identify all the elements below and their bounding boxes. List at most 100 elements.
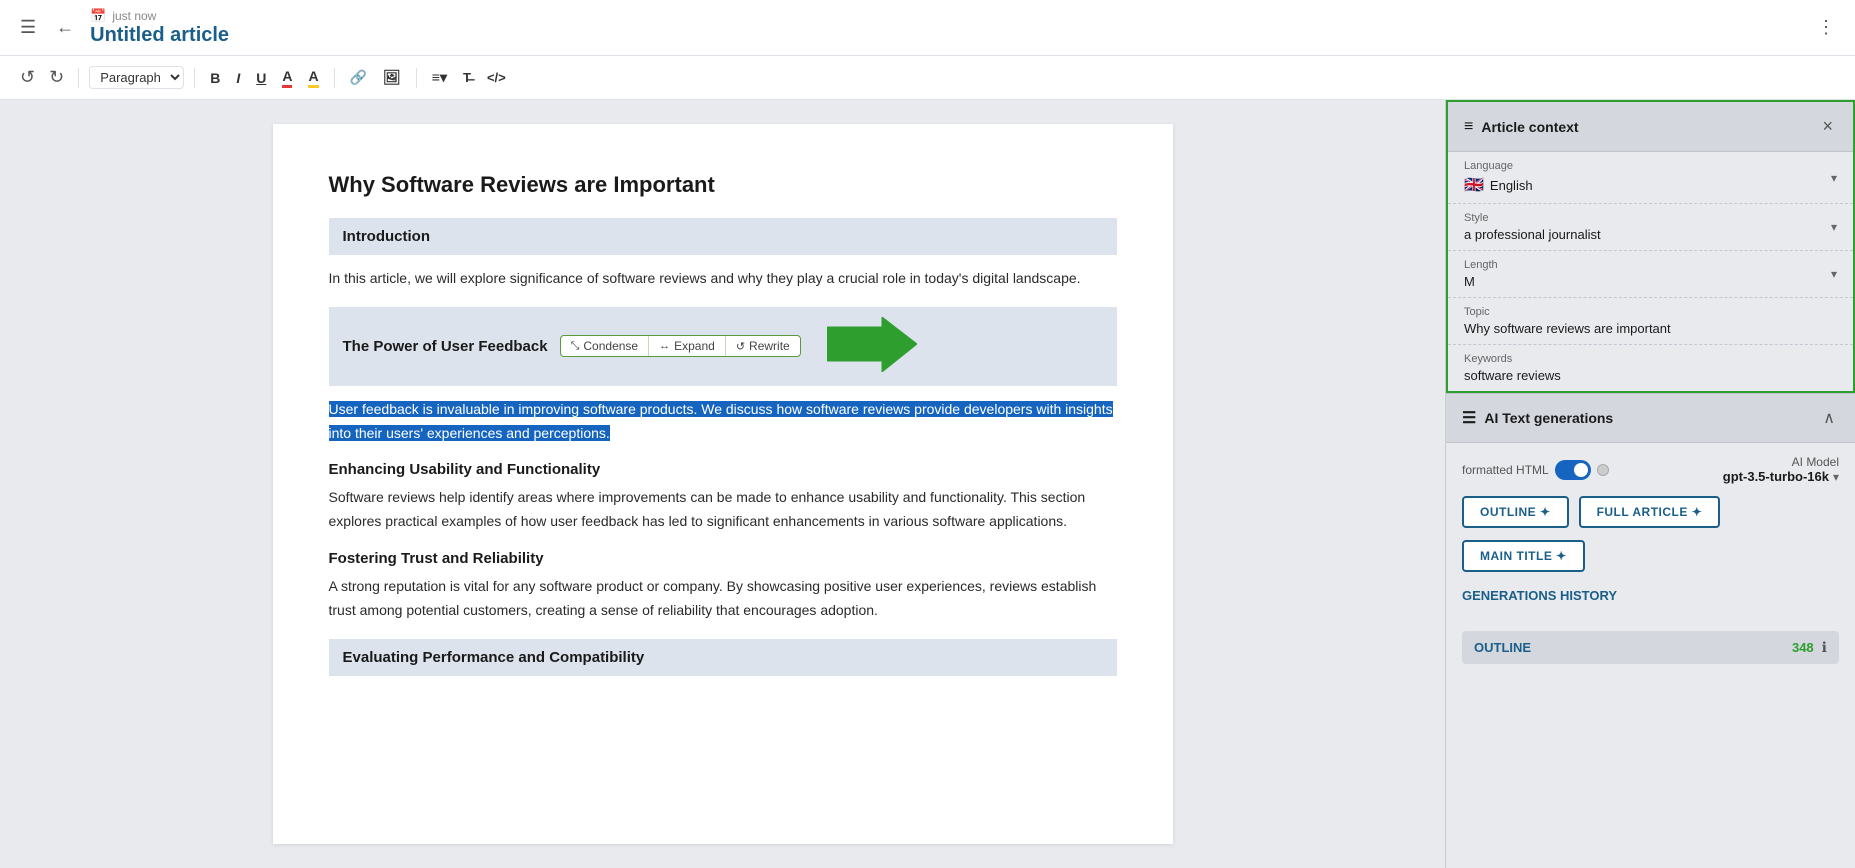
gen-history-title: GENERATIONS HISTORY — [1462, 584, 1839, 611]
history-count: 348 — [1792, 640, 1814, 655]
article-title-topbar: Untitled article — [90, 24, 229, 47]
more-options-button[interactable]: ⋮ — [1813, 13, 1839, 42]
link-button[interactable]: 🔗 — [345, 66, 372, 89]
ai-section-header: ☰ AI Text generations ∧ — [1446, 393, 1855, 443]
condense-icon: ⤡ — [571, 340, 580, 353]
paragraph-style-select[interactable]: Paragraph — [89, 66, 184, 89]
language-label: Language — [1464, 160, 1533, 172]
article-context-section: ≡ Article context × Language 🇬🇧 English … — [1446, 100, 1855, 393]
keywords-label: Keywords — [1464, 353, 1837, 365]
redo-button[interactable]: ↻ — [45, 63, 68, 92]
clear-format-button[interactable]: T̶ — [458, 67, 476, 88]
language-text: English — [1490, 178, 1533, 193]
close-context-button[interactable]: × — [1818, 112, 1837, 141]
highlight-color-button[interactable]: A — [303, 65, 323, 91]
keywords-value: software reviews — [1464, 368, 1837, 383]
ai-buttons-row1: OUTLINE ✦ FULL ARTICLE ✦ — [1462, 496, 1839, 528]
section-heading-intro: Introduction — [329, 218, 1117, 255]
calendar-icon: 📅 — [90, 8, 106, 24]
image-button[interactable]: 🖼 — [378, 66, 406, 89]
keywords-item: Keywords software reviews — [1448, 345, 1853, 391]
code-button[interactable]: </> — [482, 67, 511, 88]
formatted-html-toggle[interactable] — [1555, 460, 1591, 480]
section-heading-performance: Evaluating Performance and Compatibility — [329, 639, 1117, 676]
ai-model-row: gpt-3.5-turbo-16k ▾ — [1723, 469, 1839, 484]
rewrite-label: Rewrite — [749, 339, 790, 353]
top-bar: ☰ ← 📅 just now Untitled article ⋮ — [0, 0, 1855, 56]
toggle-wrap: formatted HTML — [1462, 460, 1609, 480]
align-button[interactable]: ≡▾ — [427, 66, 452, 89]
section4-heading: Fostering Trust and Reliability — [329, 550, 1117, 567]
ai-header-label: AI Text generations — [1484, 410, 1613, 426]
collapse-ai-button[interactable]: ∧ — [1819, 404, 1839, 432]
outline-button[interactable]: OUTLINE ✦ — [1462, 496, 1569, 528]
separator1 — [78, 68, 79, 88]
topic-item: Topic Why software reviews are important — [1448, 298, 1853, 345]
italic-button[interactable]: I — [231, 67, 245, 89]
style-row: Style a professional journalist ▾ — [1464, 212, 1837, 242]
section1-label: Introduction — [343, 228, 430, 245]
bold-button[interactable]: B — [205, 67, 225, 89]
article-context-header: ≡ Article context × — [1448, 102, 1853, 152]
article-main-title: Why Software Reviews are Important — [329, 172, 1117, 198]
sliders-icon: ≡ — [1464, 118, 1473, 136]
full-article-button[interactable]: FULL ARTICLE ✦ — [1579, 496, 1721, 528]
highlighted-text: User feedback is invaluable in improving… — [329, 401, 1113, 441]
length-label: Length — [1464, 259, 1498, 271]
list-icon: ☰ — [1462, 408, 1476, 428]
ai-buttons-row2: MAIN TITLE ✦ — [1462, 540, 1839, 572]
ai-model-value: gpt-3.5-turbo-16k — [1723, 469, 1829, 484]
section4-paragraph: A strong reputation is vital for any sof… — [329, 575, 1117, 623]
green-arrow-annotation — [827, 317, 917, 376]
intro-paragraph: In this article, we will explore signifi… — [329, 267, 1117, 291]
ai-text-section: ☰ AI Text generations ∧ formatted HTML — [1446, 393, 1855, 676]
language-chevron-icon[interactable]: ▾ — [1831, 171, 1837, 185]
length-row: Length M ▾ — [1464, 259, 1837, 289]
condense-button[interactable]: ⤡ Condense — [561, 336, 650, 356]
formatting-toolbar: ↺ ↻ Paragraph B I U A A 🔗 🖼 ≡▾ T̶ </> — [0, 56, 1855, 100]
main-title-button[interactable]: MAIN TITLE ✦ — [1462, 540, 1585, 572]
expand-icon: ↔ — [659, 340, 670, 352]
text-color-button[interactable]: A — [277, 65, 297, 91]
style-chevron-icon[interactable]: ▾ — [1831, 220, 1837, 234]
timestamp: just now — [112, 9, 156, 23]
language-value: 🇬🇧 English — [1464, 175, 1533, 195]
ai-model-label: AI Model — [1792, 455, 1839, 469]
info-icon[interactable]: ℹ — [1822, 639, 1827, 656]
toggle-dot — [1574, 463, 1588, 477]
expand-label: Expand — [674, 339, 715, 353]
underline-button[interactable]: U — [251, 67, 271, 89]
language-left: Language 🇬🇧 English — [1464, 160, 1533, 195]
length-value: M — [1464, 274, 1498, 289]
formatted-html-label: formatted HTML — [1462, 463, 1549, 477]
style-value: a professional journalist — [1464, 227, 1601, 242]
menu-button[interactable]: ☰ — [16, 13, 40, 42]
editor-paper: Why Software Reviews are Important Intro… — [273, 124, 1173, 844]
length-item: Length M ▾ — [1448, 251, 1853, 298]
ai-controls: formatted HTML AI Model gpt-3.5-turbo-16… — [1446, 443, 1855, 676]
separator2 — [194, 68, 195, 88]
toggle-circle[interactable] — [1597, 464, 1609, 476]
flag-icon: 🇬🇧 — [1464, 175, 1484, 195]
expand-button[interactable]: ↔ Expand — [649, 336, 726, 356]
back-button[interactable]: ← — [52, 13, 78, 42]
style-item: Style a professional journalist ▾ — [1448, 204, 1853, 251]
topic-label: Topic — [1464, 306, 1837, 318]
separator3 — [334, 68, 335, 88]
undo-button[interactable]: ↺ — [16, 63, 39, 92]
language-row: Language 🇬🇧 English ▾ — [1464, 160, 1837, 195]
main-layout: Why Software Reviews are Important Intro… — [0, 100, 1855, 868]
ai-section-title: ☰ AI Text generations — [1462, 408, 1613, 428]
section-heading-feedback: The Power of User Feedback ⤡ Condense ↔ … — [329, 307, 1117, 386]
length-left: Length M — [1464, 259, 1498, 289]
article-context-label: Article context — [1481, 119, 1578, 135]
history-item: OUTLINE 348 ℹ — [1462, 631, 1839, 664]
history-right: 348 ℹ — [1792, 639, 1827, 656]
inline-toolbar: ⤡ Condense ↔ Expand ↺ Rewrite — [560, 335, 801, 357]
highlighted-paragraph: User feedback is invaluable in improving… — [329, 398, 1117, 446]
ai-model-chevron-icon[interactable]: ▾ — [1833, 470, 1839, 484]
section2-label: The Power of User Feedback — [343, 338, 548, 355]
rewrite-button[interactable]: ↺ Rewrite — [726, 336, 800, 356]
length-chevron-icon[interactable]: ▾ — [1831, 267, 1837, 281]
history-label: OUTLINE — [1474, 640, 1531, 655]
